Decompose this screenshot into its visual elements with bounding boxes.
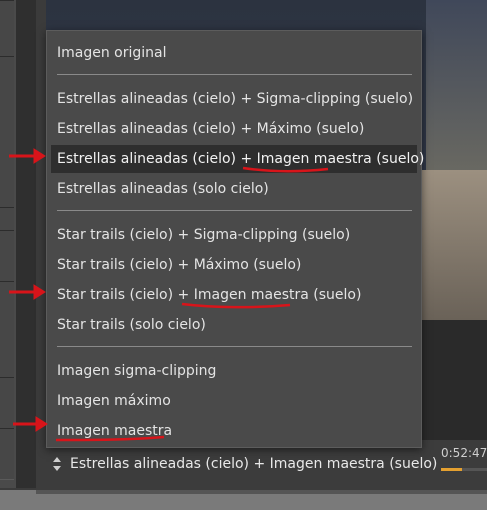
app-window: Imagen original Estrellas alineadas (cie… (0, 0, 487, 510)
select-value: Estrellas alineadas (cielo) + Imagen mae… (70, 456, 438, 472)
menu-item-trails-maestra[interactable]: Star trails (cielo) + Imagen maestra (su… (51, 281, 417, 309)
status-strip (0, 490, 487, 510)
menu-item-estrellas-maestra[interactable]: Estrellas alineadas (cielo) + Imagen mae… (51, 145, 424, 173)
menu-item-imagen-maestra[interactable]: Imagen maestra (51, 417, 417, 445)
menu-item-trails-sigma[interactable]: Star trails (cielo) + Sigma-clipping (su… (51, 221, 417, 249)
menu-item-estrellas-solo-cielo[interactable]: Estrellas alineadas (solo cielo) (51, 175, 417, 203)
menu-item-imagen-maximo[interactable]: Imagen máximo (51, 387, 417, 415)
progress-fill (441, 468, 462, 471)
playback-time: 0:52:47h (441, 446, 487, 460)
menu-item-trails-solo-cielo[interactable]: Star trails (solo cielo) (51, 311, 417, 339)
menu-separator (57, 346, 412, 347)
left-panel-divider (16, 0, 36, 488)
menu-item-imagen-original[interactable]: Imagen original (51, 39, 417, 67)
menu-item-imagen-sigma[interactable]: Imagen sigma-clipping (51, 357, 417, 385)
left-panel (0, 0, 17, 488)
stacking-mode-select[interactable]: Estrellas alineadas (cielo) + Imagen mae… (46, 450, 437, 478)
menu-separator (57, 210, 412, 211)
windmill-image (418, 170, 487, 320)
stacking-mode-menu: Imagen original Estrellas alineadas (cie… (46, 30, 424, 448)
menu-item-trails-maximo[interactable]: Star trails (cielo) + Máximo (suelo) (51, 251, 417, 279)
menu-item-estrellas-sigma[interactable]: Estrellas alineadas (cielo) + Sigma-clip… (51, 85, 417, 113)
menu-separator (57, 74, 412, 75)
updown-arrows-icon (53, 457, 61, 471)
playback-progress[interactable] (441, 468, 487, 471)
menu-item-estrellas-maximo[interactable]: Estrellas alineadas (cielo) + Máximo (su… (51, 115, 417, 143)
